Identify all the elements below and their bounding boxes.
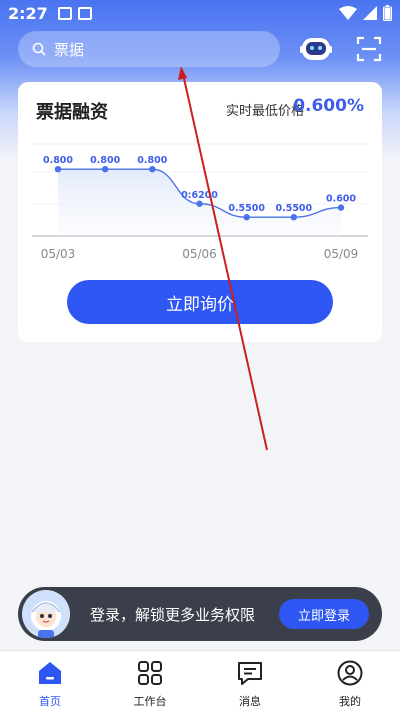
chart-data-label: 0.5500 [228, 203, 265, 214]
chart-point [337, 204, 345, 211]
chart-point [101, 166, 109, 173]
search-input[interactable]: 票据 [18, 31, 280, 67]
card-title: 票据融资 [36, 102, 108, 123]
chart-point [54, 166, 62, 173]
status-time: 2:27 [8, 3, 48, 23]
bill-financing-card: 票据融资 实时最低价格 0.600% 0.800 0.800 0.800 0:6200… [18, 82, 382, 342]
inquiry-button[interactable]: 立即询价 [67, 280, 333, 324]
tab-label: 首页 [39, 695, 61, 708]
scan-icon[interactable] [356, 36, 382, 62]
chart-x-tick-label: 05/09 [324, 247, 359, 261]
robot-assistant-icon[interactable] [300, 35, 332, 63]
tab-label: 我的 [339, 695, 361, 708]
login-button[interactable]: 立即登录 [279, 599, 369, 629]
grid-icon [138, 661, 162, 685]
wifi-icon [339, 6, 357, 20]
chart-point [196, 200, 203, 207]
price-value: 0.600% [293, 96, 364, 116]
chart-x-tick-label: 05/03 [41, 247, 76, 261]
chart-data-label: 0.800 [90, 155, 120, 166]
status-bar: 2:27 [0, 0, 400, 26]
login-banner[interactable]: 登录，解锁更多业务权限 立即登录 [18, 587, 382, 641]
home-icon [39, 662, 61, 684]
tab-label: 工作台 [133, 695, 167, 708]
chart-data-label: 0.800 [43, 155, 73, 166]
tab-workbench[interactable]: 工作台 [100, 651, 200, 711]
chart-data-label: 0.800 [137, 155, 167, 166]
gallery-notification-icon [57, 6, 72, 20]
tab-home[interactable]: 首页 [0, 651, 100, 711]
search-query: 票据 [54, 40, 85, 59]
battery-icon [383, 5, 392, 21]
message-icon [238, 662, 262, 685]
signal-icon [363, 6, 377, 20]
price-line-chart: 0.800 0.800 0.800 0:6200 0.5500 0.5500 0.600 0… [32, 143, 368, 261]
mascot-avatar [22, 590, 70, 638]
tab-messages[interactable]: 消息 [200, 651, 300, 711]
search-icon [32, 42, 46, 56]
app-notification-icon [77, 6, 92, 20]
bottom-tab-bar: 首页 工作台 消息 我的 [0, 650, 400, 711]
chart-data-label: 0.5500 [275, 203, 312, 214]
chart-point [149, 166, 156, 173]
login-banner-text: 登录，解锁更多业务权限 [90, 606, 256, 624]
tab-label: 消息 [239, 695, 261, 708]
tab-profile[interactable]: 我的 [300, 651, 400, 711]
chart-point [243, 214, 250, 221]
chart-point [290, 214, 298, 221]
chart-x-tick-label: 05/06 [182, 247, 217, 261]
chart-data-label: 0:6200 [181, 190, 218, 201]
chart-data-label: 0.600 [326, 194, 356, 205]
user-icon [337, 660, 363, 686]
